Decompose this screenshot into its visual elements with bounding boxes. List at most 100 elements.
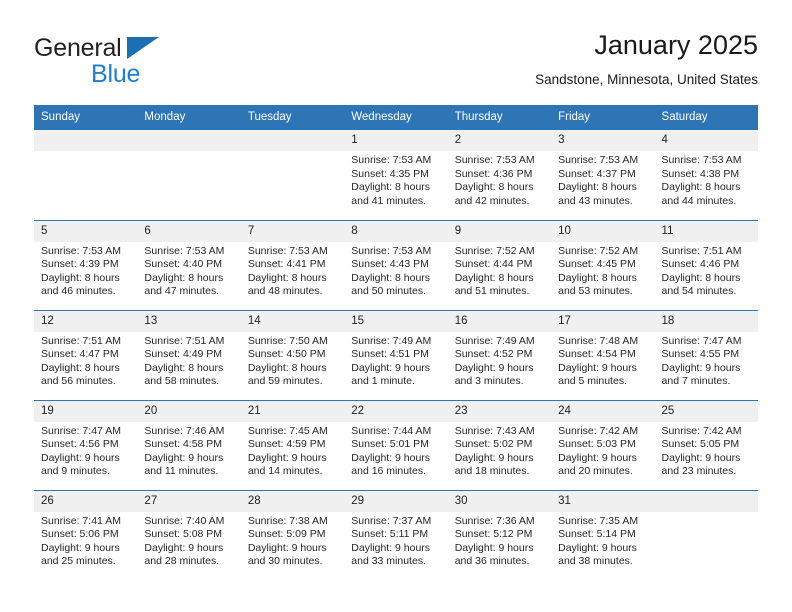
calendar-day-cell[interactable]: 12 Sunrise: 7:51 AM Sunset: 4:47 PM Dayligh… [34, 309, 138, 400]
sunrise-text: Sunrise: 7:37 AM [351, 514, 432, 527]
calendar-day-cell[interactable]: 18 Sunrise: 7:47 AM Sunset: 4:55 PM Dayligh… [654, 309, 758, 400]
calendar-day-cell[interactable]: 25 Sunrise: 7:42 AM Sunset: 5:05 PM Dayligh… [654, 399, 758, 490]
day-number: 18 [654, 310, 758, 332]
calendar-day-cell[interactable]: 8 Sunrise: 7:53 AM Sunset: 4:43 PM Daylight… [344, 219, 448, 310]
day-number: 2 [447, 130, 552, 151]
calendar-day-cell[interactable]: 20 Sunrise: 7:46 AM Sunset: 4:58 PM Dayligh… [137, 399, 241, 490]
daylight-minutes-text: and 11 minutes. [144, 465, 219, 478]
day-number: 20 [137, 400, 241, 422]
sunrise-text: Sunrise: 7:53 AM [247, 244, 328, 257]
location-subtitle: Sandstone, Minnesota, United States [535, 72, 758, 87]
calendar-week-row: 26 Sunrise: 7:41 AM Sunset: 5:06 PM Dayligh… [34, 489, 758, 580]
day-details: Sunrise: 7:51 AM Sunset: 4:46 PM Daylight:… [655, 242, 758, 299]
daylight-hours-text: Daylight: 8 hours [247, 361, 327, 374]
sunrise-text: Sunrise: 7:38 AM [247, 514, 328, 527]
day-details: Sunrise: 7:53 AM Sunset: 4:39 PM Daylight:… [34, 242, 137, 299]
day-number: 26 [34, 490, 138, 512]
weekday-header-friday: Friday [551, 105, 655, 130]
calendar-day-cell[interactable]: 30 Sunrise: 7:36 AM Sunset: 5:12 PM Dayligh… [447, 489, 552, 580]
daylight-minutes-text: and 59 minutes. [247, 375, 323, 388]
sunrise-text: Sunrise: 7:52 AM [454, 244, 535, 257]
sunrise-text: Sunrise: 7:53 AM [661, 154, 742, 166]
sunset-text: Sunset: 5:09 PM [247, 528, 326, 541]
sunrise-text: Sunrise: 7:51 AM [144, 334, 225, 347]
calendar-day-cell[interactable]: 10 Sunrise: 7:52 AM Sunset: 4:45 PM Dayligh… [551, 219, 655, 310]
sunrise-text: Sunrise: 7:40 AM [144, 514, 225, 527]
general-blue-logo[interactable]: General Blue [34, 34, 224, 92]
day-number: 7 [240, 220, 345, 242]
sunset-text: Sunset: 4:43 PM [351, 258, 429, 271]
calendar-day-cell[interactable]: 4 Sunrise: 7:53 AM Sunset: 4:38 PM Daylight… [654, 130, 758, 220]
calendar-day-cell[interactable]: 14 Sunrise: 7:50 AM Sunset: 4:50 PM Dayligh… [240, 309, 345, 400]
calendar-day-cell[interactable]: 23 Sunrise: 7:43 AM Sunset: 5:02 PM Dayligh… [447, 399, 552, 490]
daylight-hours-text: Daylight: 9 hours [558, 451, 637, 464]
daylight-hours-text: Daylight: 8 hours [454, 271, 534, 284]
logo-text-general: General [34, 34, 122, 62]
day-number: 13 [137, 310, 241, 332]
sunset-text: Sunset: 4:49 PM [144, 348, 223, 361]
sunset-text: Sunset: 4:35 PM [351, 167, 429, 180]
daylight-minutes-text: and 20 minutes. [558, 465, 633, 478]
sunset-text: Sunset: 5:01 PM [351, 438, 429, 451]
calendar-day-cell[interactable]: 2 Sunrise: 7:53 AM Sunset: 4:36 PM Daylight… [447, 130, 552, 220]
title-block: January 2025 Sandstone, Minnesota, Unite… [535, 28, 758, 90]
sunrise-text: Sunrise: 7:51 AM [41, 334, 121, 347]
daylight-minutes-text: and 50 minutes. [351, 285, 426, 298]
calendar-day-cell[interactable]: 24 Sunrise: 7:42 AM Sunset: 5:03 PM Dayligh… [551, 399, 655, 490]
calendar-day-cell[interactable]: 26 Sunrise: 7:41 AM Sunset: 5:06 PM Dayligh… [34, 489, 138, 580]
day-number: 23 [447, 400, 552, 422]
calendar-day-cell[interactable]: 5 Sunrise: 7:53 AM Sunset: 4:39 PM Daylight… [34, 219, 138, 310]
daylight-minutes-text: and 44 minutes. [661, 194, 737, 207]
calendar-week-row: 12 Sunrise: 7:51 AM Sunset: 4:47 PM Dayligh… [34, 309, 758, 400]
calendar-day-cell[interactable]: 28 Sunrise: 7:38 AM Sunset: 5:09 PM Dayligh… [240, 489, 345, 580]
calendar-day-cell[interactable]: 9 Sunrise: 7:52 AM Sunset: 4:44 PM Daylight… [447, 219, 552, 310]
calendar-day-cell[interactable]: 13 Sunrise: 7:51 AM Sunset: 4:49 PM Dayligh… [137, 309, 241, 400]
daylight-hours-text: Daylight: 9 hours [661, 361, 741, 374]
day-number: 8 [344, 220, 448, 242]
day-details: Sunrise: 7:51 AM Sunset: 4:49 PM Daylight:… [137, 332, 240, 389]
daylight-hours-text: Daylight: 9 hours [41, 541, 120, 554]
calendar-day-cell[interactable]: 19 Sunrise: 7:47 AM Sunset: 4:56 PM Dayligh… [34, 399, 138, 490]
daylight-minutes-text: and 30 minutes. [247, 555, 323, 568]
calendar-day-cell[interactable]: 6 Sunrise: 7:53 AM Sunset: 4:40 PM Daylight… [137, 219, 241, 310]
calendar-day-cell[interactable]: 11 Sunrise: 7:51 AM Sunset: 4:46 PM Dayligh… [654, 219, 758, 310]
sunrise-text: Sunrise: 7:42 AM [558, 424, 639, 437]
daylight-minutes-text: and 28 minutes. [144, 555, 220, 568]
daylight-hours-text: Daylight: 9 hours [558, 361, 637, 374]
day-number: 16 [447, 310, 552, 332]
weekday-header-saturday: Saturday [654, 105, 758, 130]
day-number: 4 [654, 130, 758, 151]
day-number: 21 [240, 400, 345, 422]
calendar-day-cell[interactable]: 29 Sunrise: 7:37 AM Sunset: 5:11 PM Dayligh… [344, 489, 448, 580]
calendar-day-cell[interactable]: 7 Sunrise: 7:53 AM Sunset: 4:41 PM Daylight… [240, 219, 345, 310]
daylight-hours-text: Daylight: 9 hours [454, 361, 534, 374]
day-number: 29 [344, 490, 448, 512]
daylight-hours-text: Daylight: 9 hours [558, 541, 637, 554]
calendar-day-cell[interactable]: 1 Sunrise: 7:53 AM Sunset: 4:35 PM Daylight… [344, 130, 448, 220]
calendar-day-cell[interactable]: 16 Sunrise: 7:49 AM Sunset: 4:52 PM Dayligh… [447, 309, 552, 400]
daylight-hours-text: Daylight: 8 hours [661, 181, 741, 194]
daylight-minutes-text: and 43 minutes. [558, 194, 633, 207]
calendar-day-cell[interactable]: 3 Sunrise: 7:53 AM Sunset: 4:37 PM Daylight… [551, 130, 655, 220]
daylight-minutes-text: and 9 minutes. [41, 465, 110, 478]
daylight-minutes-text: and 7 minutes. [661, 375, 731, 388]
sunset-text: Sunset: 4:36 PM [454, 167, 533, 180]
daylight-hours-text: Daylight: 8 hours [144, 361, 224, 374]
daylight-hours-text: Daylight: 8 hours [41, 361, 120, 374]
day-details: Sunrise: 7:37 AM Sunset: 5:11 PM Daylight:… [344, 512, 447, 569]
daylight-hours-text: Daylight: 9 hours [351, 361, 431, 374]
calendar-day-cell[interactable]: 15 Sunrise: 7:49 AM Sunset: 4:51 PM Dayligh… [344, 309, 448, 400]
calendar-day-cell[interactable]: 31 Sunrise: 7:35 AM Sunset: 5:14 PM Dayligh… [551, 489, 655, 580]
daylight-hours-text: Daylight: 8 hours [661, 271, 741, 284]
calendar-day-cell[interactable]: 27 Sunrise: 7:40 AM Sunset: 5:08 PM Dayligh… [137, 489, 241, 580]
calendar-day-cell[interactable]: 21 Sunrise: 7:45 AM Sunset: 4:59 PM Dayligh… [240, 399, 345, 490]
daylight-minutes-text: and 5 minutes. [558, 375, 627, 388]
daylight-hours-text: Daylight: 8 hours [454, 181, 534, 194]
day-number: 25 [654, 400, 758, 422]
day-number: 10 [551, 220, 655, 242]
calendar-day-cell[interactable]: 22 Sunrise: 7:44 AM Sunset: 5:01 PM Dayligh… [344, 399, 448, 490]
calendar-day-cell[interactable]: 17 Sunrise: 7:48 AM Sunset: 4:54 PM Dayligh… [551, 309, 655, 400]
day-details: Sunrise: 7:50 AM Sunset: 4:50 PM Daylight:… [241, 332, 344, 389]
day-details: Sunrise: 7:53 AM Sunset: 4:35 PM Daylight:… [344, 151, 447, 208]
daylight-minutes-text: and 16 minutes. [351, 465, 426, 478]
